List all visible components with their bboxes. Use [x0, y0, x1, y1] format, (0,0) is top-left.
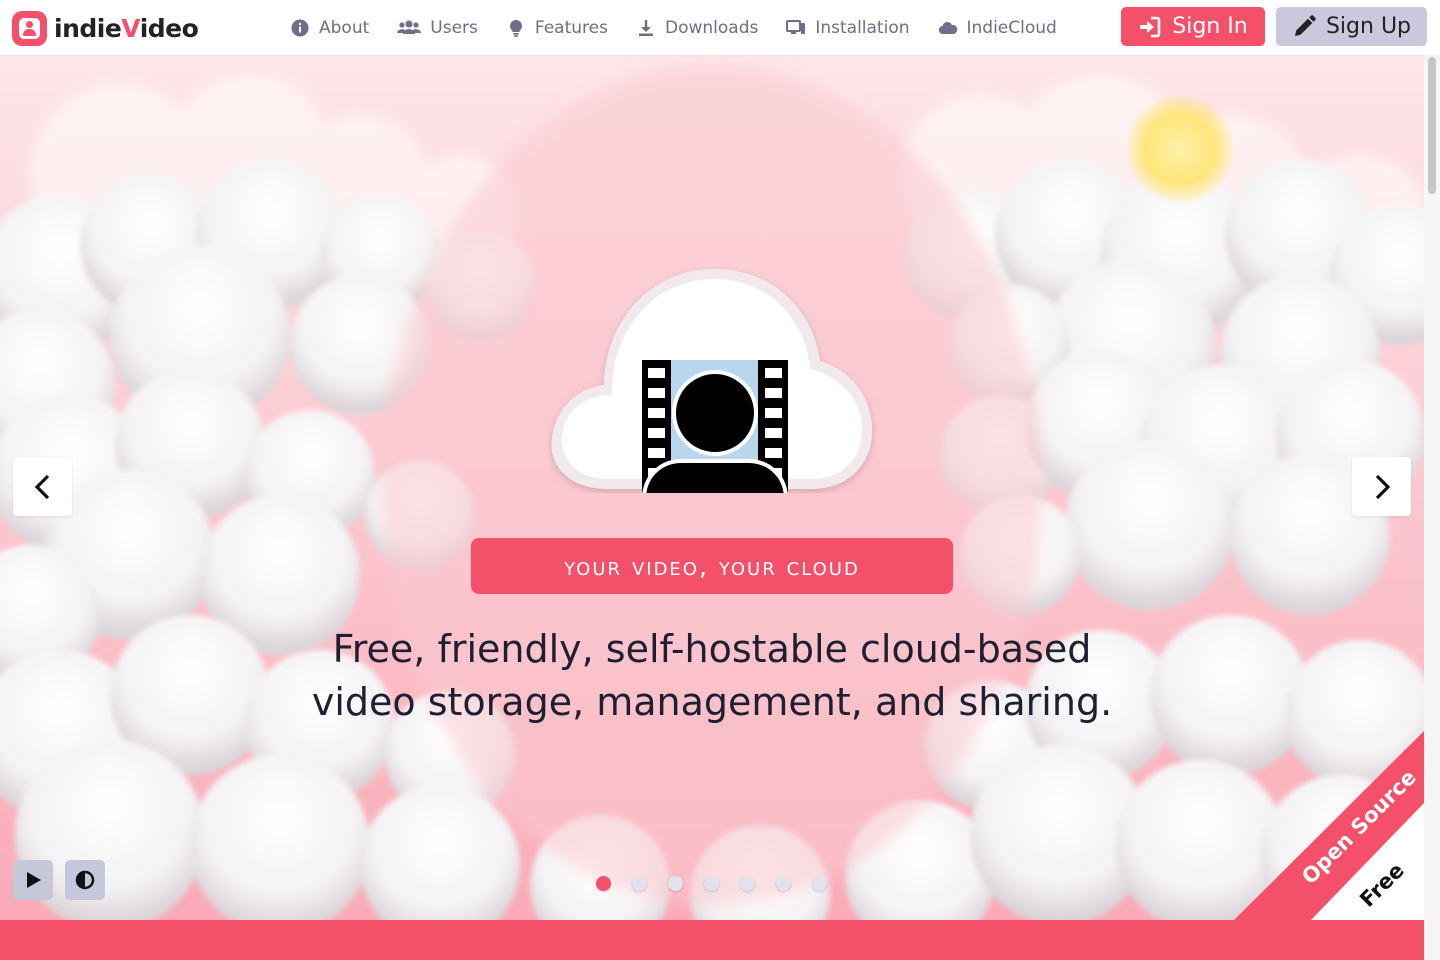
brand-name: indieVideo: [54, 13, 199, 43]
sign-in-icon: [1138, 15, 1162, 39]
carousel-next-button[interactable]: [1352, 457, 1411, 516]
nav-indiecloud-label: IndieCloud: [966, 17, 1057, 38]
carousel-dot-6[interactable]: [776, 876, 791, 891]
brand-logo[interactable]: indieVideo: [12, 8, 199, 48]
nav-downloads-label: Downloads: [664, 17, 759, 38]
nav-features[interactable]: Features: [506, 18, 608, 38]
nav-features-label: Features: [534, 17, 608, 38]
desktop-icon: [786, 18, 806, 38]
sign-up-label: Sign Up: [1325, 14, 1412, 39]
nav-downloads[interactable]: Downloads: [636, 18, 758, 38]
cloud-icon: [938, 18, 958, 38]
info-circle-icon: [290, 18, 310, 38]
chevron-left-icon: [34, 474, 49, 499]
theme-toggle-button[interactable]: [65, 860, 105, 900]
hero-headline-line-2: video storage, management, and sharing.: [311, 680, 1113, 724]
carousel-indicators: [596, 876, 848, 892]
nav-users-label: Users: [430, 17, 478, 38]
autoplay-toggle-button[interactable]: [13, 860, 53, 900]
sign-up-button[interactable]: Sign Up: [1276, 7, 1427, 46]
main-nav: About Users Features Downloads Installat…: [290, 0, 1085, 55]
pencil-icon: [1292, 14, 1316, 39]
carousel-prev-button[interactable]: [13, 457, 72, 516]
nav-users[interactable]: Users: [397, 18, 478, 38]
next-section-band: [0, 920, 1424, 960]
nav-about-label: About: [319, 17, 370, 38]
nav-indiecloud[interactable]: IndieCloud: [938, 18, 1057, 38]
nav-installation[interactable]: Installation: [786, 17, 910, 38]
hero-headline-line-1: Free, friendly, self-hostable cloud-base…: [332, 627, 1092, 671]
lightbulb-icon: [506, 18, 526, 38]
sign-in-label: Sign In: [1172, 14, 1248, 39]
chevron-right-icon: [1375, 474, 1390, 499]
sun-decoration: [1126, 95, 1234, 203]
hero-tagline: Your Video, Your Cloud: [471, 538, 953, 594]
nav-installation-label: Installation: [815, 17, 910, 38]
logo-mark-icon: [12, 10, 47, 46]
page-scrollbar[interactable]: [1424, 55, 1440, 960]
hero-carousel: Your Video, Your Cloud Free, friendly, s…: [0, 55, 1424, 920]
hero-headline: Free, friendly, self-hostable cloud-base…: [262, 623, 1162, 729]
download-icon: [636, 18, 656, 38]
cloud-video-logo-icon: [551, 269, 873, 493]
nav-about[interactable]: About: [290, 18, 369, 38]
carousel-dot-5[interactable]: [740, 876, 755, 891]
top-navbar: indieVideo About Users Features Download…: [0, 0, 1440, 55]
carousel-dot-4[interactable]: [704, 876, 719, 891]
contrast-icon: [75, 870, 95, 890]
users-icon: [397, 18, 422, 38]
corner-ribbon: Open Source Free: [1234, 731, 1424, 920]
carousel-dot-1[interactable]: [596, 876, 611, 891]
sign-in-button[interactable]: Sign In: [1121, 7, 1265, 46]
carousel-dot-3[interactable]: [668, 876, 683, 891]
carousel-dot-2[interactable]: [632, 876, 647, 891]
play-icon: [27, 872, 41, 888]
scrollbar-thumb[interactable]: [1428, 57, 1436, 194]
carousel-dot-7[interactable]: [812, 876, 827, 891]
